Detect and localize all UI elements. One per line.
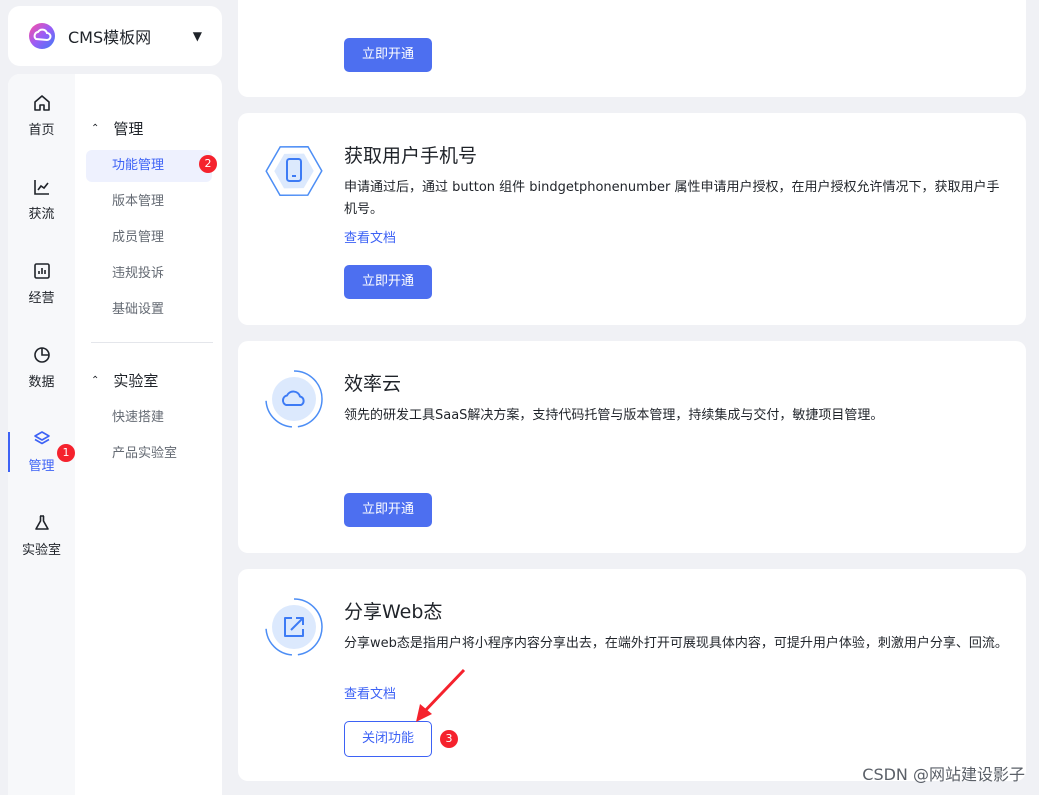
rail-item-home[interactable]: 首页 (8, 80, 75, 150)
feature-card-efficiency-cloud: 效率云 领先的研发工具SaaS解决方案，支持代码托管与版本管理，持续集成与交付，… (238, 341, 1026, 553)
flask-icon (34, 514, 49, 530)
card-title: 效率云 (344, 373, 402, 395)
rail-item-data[interactable]: 数据 (8, 332, 75, 402)
step-badge: 1 (57, 444, 75, 462)
nav-panel: 首页 获流 经营 数据 管理 1 实验室 ⌃ 管理 功能管理 2 版本管理 成员… (8, 74, 222, 795)
card-title: 获取用户手机号 (344, 145, 478, 167)
feature-card-share-web: 分享Web态 分享web态是指用户将小程序内容分享出去，在端外打开可展现具体内容… (238, 569, 1026, 781)
trend-chart-icon (33, 179, 49, 195)
watermark: CSDN @网站建设影子 (862, 765, 1025, 784)
share-icon (265, 598, 323, 656)
subnav-item-product-lab[interactable]: 产品实验室 (86, 438, 212, 470)
subnav-item-feature-management[interactable]: 功能管理 (86, 150, 212, 182)
app-name: CMS模板网 (68, 28, 152, 47)
group-title-lab[interactable]: ⌃ 实验室 (91, 370, 158, 391)
subnav-item-version-management[interactable]: 版本管理 (86, 186, 212, 218)
rail-item-manage[interactable]: 管理 1 (8, 416, 75, 486)
phone-hexagon-icon (265, 145, 323, 197)
layers-icon (33, 430, 50, 444)
disable-feature-button[interactable]: 关闭功能 (344, 721, 432, 757)
caret-down-icon: ▼ (192, 29, 202, 43)
rail-label: 管理 (28, 458, 55, 474)
divider (91, 342, 213, 343)
app-logo (28, 22, 56, 50)
card-description: 申请通过后，通过 button 组件 bindgetphonenumber 属性… (344, 180, 1000, 217)
home-icon (33, 94, 50, 111)
rail-item-lab[interactable]: 实验室 (8, 500, 75, 570)
card-title: 分享Web态 (344, 601, 443, 623)
rail-label: 经营 (28, 290, 55, 306)
rail-label: 首页 (28, 122, 55, 138)
feature-card: 立即开通 (238, 0, 1026, 97)
subnav-item-member-management[interactable]: 成员管理 (86, 222, 212, 254)
rail-item-traffic[interactable]: 获流 (8, 164, 75, 234)
pie-chart-icon (33, 346, 50, 363)
card-description: 领先的研发工具SaaS解决方案，支持代码托管与版本管理，持续集成与交付，敏捷项目… (344, 408, 884, 423)
cloud-icon (265, 370, 323, 428)
card-description: 分享web态是指用户将小程序内容分享出去，在端外打开可展现具体内容，可提升用户体… (344, 636, 1008, 651)
primary-rail: 首页 获流 经营 数据 管理 1 实验室 (8, 74, 75, 795)
feature-card-phone-number: 获取用户手机号 申请通过后，通过 button 组件 bindgetphonen… (238, 113, 1026, 325)
subnav-item-quick-build[interactable]: 快速搭建 (86, 402, 212, 434)
step-badge: 2 (199, 155, 217, 173)
step-badge: 3 (440, 730, 458, 748)
chevron-up-icon: ⌃ (91, 123, 100, 134)
rail-label: 数据 (28, 374, 55, 390)
view-docs-link[interactable]: 查看文档 (344, 683, 396, 702)
activate-button[interactable]: 立即开通 (344, 38, 432, 72)
rail-label: 获流 (28, 206, 55, 222)
annotation-arrow-icon (416, 668, 466, 722)
rail-item-operations[interactable]: 经营 (8, 248, 75, 318)
group-title-manage[interactable]: ⌃ 管理 (91, 118, 143, 139)
activate-button[interactable]: 立即开通 (344, 493, 432, 527)
subnav-item-basic-settings[interactable]: 基础设置 (86, 294, 212, 326)
view-docs-link[interactable]: 查看文档 (344, 227, 396, 246)
chevron-up-icon: ⌃ (91, 375, 100, 386)
app-switcher[interactable]: CMS模板网 ▼ (8, 6, 222, 66)
bar-chart-icon (33, 262, 50, 279)
rail-label: 实验室 (21, 542, 61, 558)
activate-button[interactable]: 立即开通 (344, 265, 432, 299)
subnav-item-violation-complaints[interactable]: 违规投诉 (86, 258, 212, 290)
